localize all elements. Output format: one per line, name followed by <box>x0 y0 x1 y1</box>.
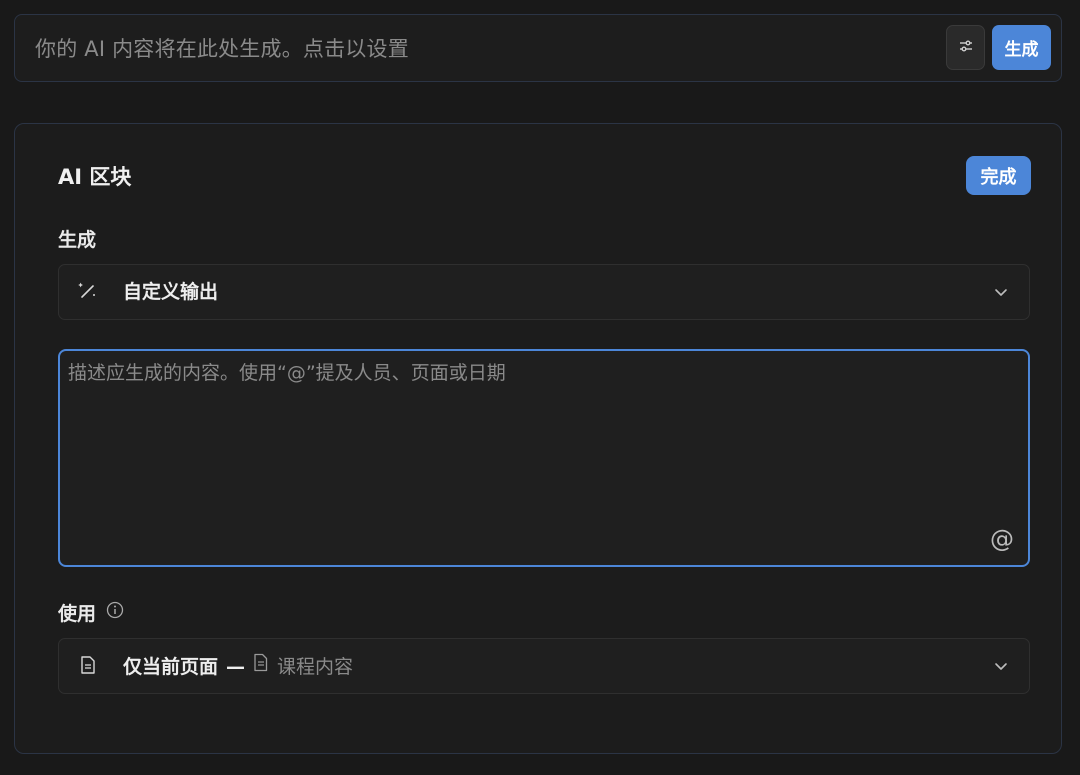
scope-page-name: 课程内容 <box>277 655 354 678</box>
prompt-textarea[interactable]: 描述应生成的内容。使用“@”提及人员、页面或日期 @ <box>58 349 1030 567</box>
mention-button[interactable]: @ <box>988 525 1016 553</box>
generate-button[interactable]: 生成 <box>992 25 1051 70</box>
document-icon <box>77 654 99 676</box>
panel-title: AI 区块 <box>58 165 132 189</box>
ai-block-panel: AI 区块 完成 生成 自定义输出 描述应生成的内容。使用“@”提及人员、页面或… <box>14 123 1062 754</box>
output-type-select[interactable]: 自定义输出 <box>58 264 1030 320</box>
wand-icon <box>77 280 99 302</box>
scope-separator: — <box>226 655 246 678</box>
use-section-label: 使用 <box>58 599 124 626</box>
ai-content-placeholder[interactable]: 你的 AI 内容将在此处生成。点击以设置 <box>35 35 409 63</box>
source-scope-select[interactable]: 仅当前页面 — 课程内容 <box>58 638 1030 694</box>
sliders-icon <box>957 37 975 59</box>
ai-content-bar[interactable]: 你的 AI 内容将在此处生成。点击以设置 生成 <box>14 14 1062 82</box>
output-type-value: 自定义输出 <box>123 281 219 303</box>
info-icon[interactable] <box>106 601 124 624</box>
chevron-down-icon <box>991 656 1011 676</box>
use-label-text: 使用 <box>58 603 97 625</box>
scope-main-text: 仅当前页面 <box>123 655 219 678</box>
settings-button[interactable] <box>946 25 985 70</box>
page-icon <box>253 653 269 680</box>
generate-section-label: 生成 <box>58 229 97 251</box>
chevron-down-icon <box>991 282 1011 302</box>
prompt-placeholder: 描述应生成的内容。使用“@”提及人员、页面或日期 <box>68 362 506 384</box>
done-button[interactable]: 完成 <box>966 156 1031 195</box>
scope-value: 仅当前页面 — 课程内容 <box>123 653 353 680</box>
